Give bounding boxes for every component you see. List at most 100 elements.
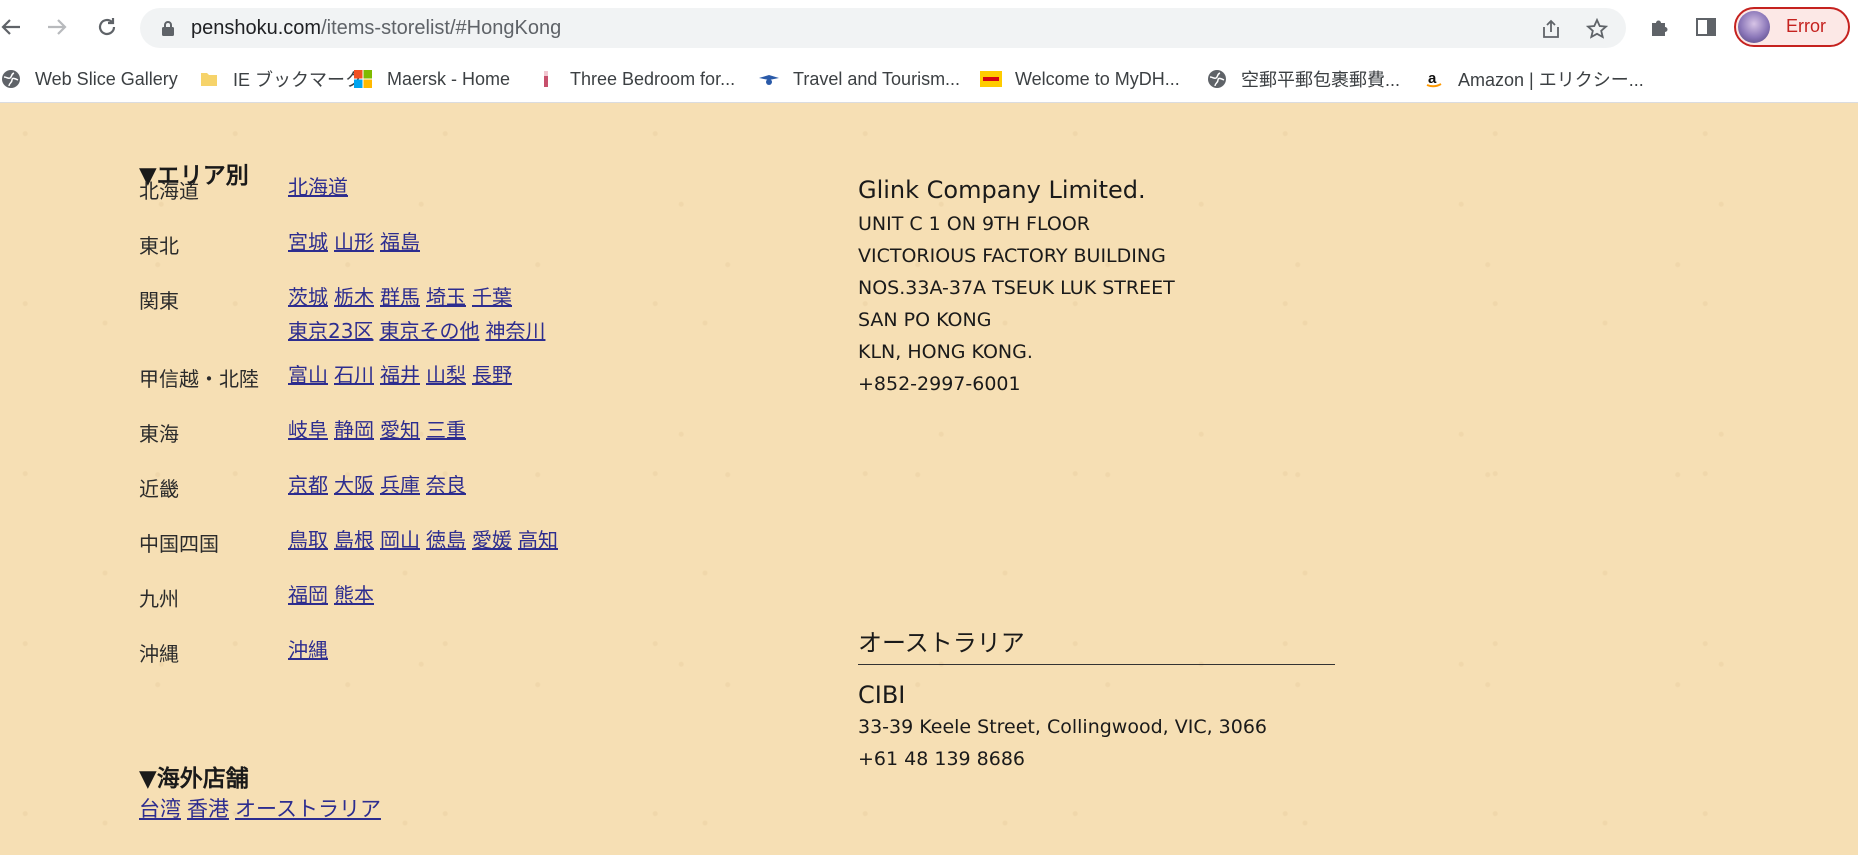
side-panel-icon: [1696, 18, 1716, 36]
prefecture-link[interactable]: 奈良: [426, 473, 466, 497]
prefecture-link[interactable]: 徳島: [426, 528, 466, 552]
prefecture-link[interactable]: 山形: [334, 230, 374, 254]
forward-arrow-icon: [48, 19, 67, 35]
prefecture-link[interactable]: 鳥取: [288, 528, 328, 552]
page-content: ▼エリア別 北海道 北海道 東北 宮城 山形 福島 関東 茨城 栃木 群馬 埼玉 千葉 東京2…: [0, 103, 1858, 855]
prefecture-link[interactable]: 東京その他: [379, 319, 479, 343]
prefecture-link[interactable]: 宮城: [288, 230, 328, 254]
bookmark-label: Three Bedroom for...: [570, 68, 736, 89]
region-label-kanto: 関東: [139, 289, 179, 313]
prefecture-link[interactable]: 岡山: [380, 528, 420, 552]
prefecture-link[interactable]: 熊本: [334, 583, 374, 607]
prefecture-link[interactable]: 京都: [288, 473, 328, 497]
address-line: UNIT C 1 ON 9TH FLOOR: [858, 213, 1090, 235]
prefecture-link[interactable]: 富山: [288, 363, 328, 387]
prefecture-link[interactable]: 群馬: [380, 285, 420, 309]
site-icon: [535, 68, 557, 90]
bookmarks-bar: Web Slice Gallery IE ブックマーク Maersk - Hom…: [0, 56, 1858, 103]
overseas-link-taiwan[interactable]: 台湾: [139, 797, 181, 821]
prefecture-link[interactable]: 大阪: [334, 473, 374, 497]
back-button[interactable]: [0, 12, 26, 42]
region-label-tokai: 東海: [139, 422, 179, 446]
prefecture-link[interactable]: 島根: [334, 528, 374, 552]
globe-icon: [1206, 68, 1228, 90]
region-label-okinawa: 沖縄: [139, 642, 179, 666]
prefecture-link[interactable]: 埼玉: [426, 285, 466, 309]
url-path: /items-storelist/#HongKong: [321, 17, 562, 39]
prefecture-link[interactable]: 北海道: [288, 175, 348, 199]
bookmark-maersk[interactable]: Maersk - Home: [352, 65, 510, 93]
puzzle-icon: [1652, 20, 1668, 36]
bookmark-three-bedroom[interactable]: Three Bedroom for...: [535, 65, 735, 93]
bookmark-star-button[interactable]: [1586, 18, 1608, 40]
bookmark-label: Amazon | エリクシー...: [1458, 70, 1644, 90]
prefecture-link[interactable]: 栃木: [334, 285, 374, 309]
prefecture-link[interactable]: 長野: [472, 363, 512, 387]
region-links-tohoku: 宮城 山形 福島: [288, 225, 688, 259]
amazon-icon: a: [1423, 68, 1445, 90]
region-links-kinki: 京都 大阪 兵庫 奈良: [288, 468, 688, 502]
region-links-koshinetsu-hokuriku: 富山 石川 福井 山梨 長野: [288, 358, 688, 392]
forward-button[interactable]: [42, 12, 72, 42]
address-line: 33-39 Keele Street, Collingwood, VIC, 30…: [858, 716, 1268, 738]
airline-icon: [758, 68, 780, 90]
prefecture-link[interactable]: 石川: [334, 363, 374, 387]
prefecture-link[interactable]: 福島: [380, 230, 420, 254]
address-line: SAN PO KONG: [858, 309, 992, 331]
bookmark-mydhl[interactable]: Welcome to MyDH...: [980, 65, 1180, 93]
avatar: [1738, 11, 1770, 43]
address-line: KLN, HONG KONG.: [858, 341, 1033, 363]
region-links-kyushu: 福岡 熊本: [288, 578, 688, 612]
prefecture-link[interactable]: 沖縄: [288, 638, 328, 662]
bookmark-label: Maersk - Home: [387, 68, 511, 89]
side-panel-button[interactable]: [1693, 14, 1719, 40]
overseas-section-title: ▼海外店舗: [139, 766, 249, 792]
region-label-chugoku-shikoku: 中国四国: [139, 532, 219, 556]
bookmark-web-slice-gallery[interactable]: Web Slice Gallery: [0, 65, 178, 93]
region-label-tohoku: 東北: [139, 234, 179, 258]
extensions-button[interactable]: [1647, 14, 1673, 40]
share-button[interactable]: [1540, 18, 1562, 40]
bookmark-label: Travel and Tourism...: [793, 68, 961, 89]
prefecture-link[interactable]: 神奈川: [485, 319, 545, 343]
browser-toolbar: penshoku.com/items-storelist/#HongKong E…: [0, 0, 1858, 56]
region-links-chugoku-shikoku: 鳥取 島根 岡山 徳島 愛媛 高知: [288, 523, 688, 557]
prefecture-link[interactable]: 岐阜: [288, 418, 328, 442]
prefecture-link[interactable]: 千葉: [472, 285, 512, 309]
overseas-link-hongkong[interactable]: 香港: [187, 797, 229, 821]
bookmark-amazon[interactable]: a Amazon | エリクシー...: [1423, 65, 1644, 93]
prefecture-link[interactable]: 兵庫: [380, 473, 420, 497]
overseas-link-australia[interactable]: オーストラリア: [235, 797, 381, 821]
prefecture-link[interactable]: 福井: [380, 363, 420, 387]
bookmark-travel-tourism[interactable]: Travel and Tourism...: [758, 65, 960, 93]
profile-button[interactable]: Error: [1734, 7, 1850, 47]
reload-icon: [98, 18, 116, 36]
share-icon: [1543, 19, 1559, 38]
region-links-kanto: 茨城 栃木 群馬 埼玉 千葉東京23区 東京その他 神奈川: [288, 280, 688, 348]
prefecture-link[interactable]: 愛媛: [472, 528, 512, 552]
back-arrow-icon: [1, 19, 20, 35]
phone-number: +61 48 139 8686: [858, 748, 1026, 770]
region-links-hokkaido: 北海道: [288, 170, 688, 204]
prefecture-link[interactable]: 愛知: [380, 418, 420, 442]
phone-number: +852-2997-6001: [858, 373, 1021, 395]
prefecture-link[interactable]: 高知: [518, 528, 558, 552]
prefecture-link[interactable]: 茨城: [288, 285, 328, 309]
url-text: penshoku.com/items-storelist/#HongKong: [191, 17, 561, 40]
reload-button[interactable]: [92, 12, 122, 42]
address-bar[interactable]: penshoku.com/items-storelist/#HongKong: [140, 8, 1626, 48]
prefecture-link[interactable]: 山梨: [426, 363, 466, 387]
region-label-hokkaido: 北海道: [139, 179, 199, 203]
prefecture-link[interactable]: 東京23区: [288, 319, 373, 343]
address-line: NOS.33A-37A TSEUK LUK STREET: [858, 277, 1175, 299]
bookmark-label: Web Slice Gallery: [35, 68, 178, 89]
dhl-icon: [980, 68, 1002, 90]
region-label-kyushu: 九州: [139, 587, 179, 611]
bookmark-postage[interactable]: 空郵平郵包裹郵費...: [1206, 65, 1400, 93]
bookmark-ie-bookmarks[interactable]: IE ブックマーク: [198, 65, 363, 93]
prefecture-link[interactable]: 静岡: [334, 418, 374, 442]
prefecture-link[interactable]: 三重: [426, 418, 466, 442]
country-heading-australia: オーストラリア: [858, 623, 1335, 665]
prefecture-link[interactable]: 福岡: [288, 583, 328, 607]
australia-store: CIBI 33-39 Keele Street, Collingwood, VI…: [858, 681, 1267, 775]
